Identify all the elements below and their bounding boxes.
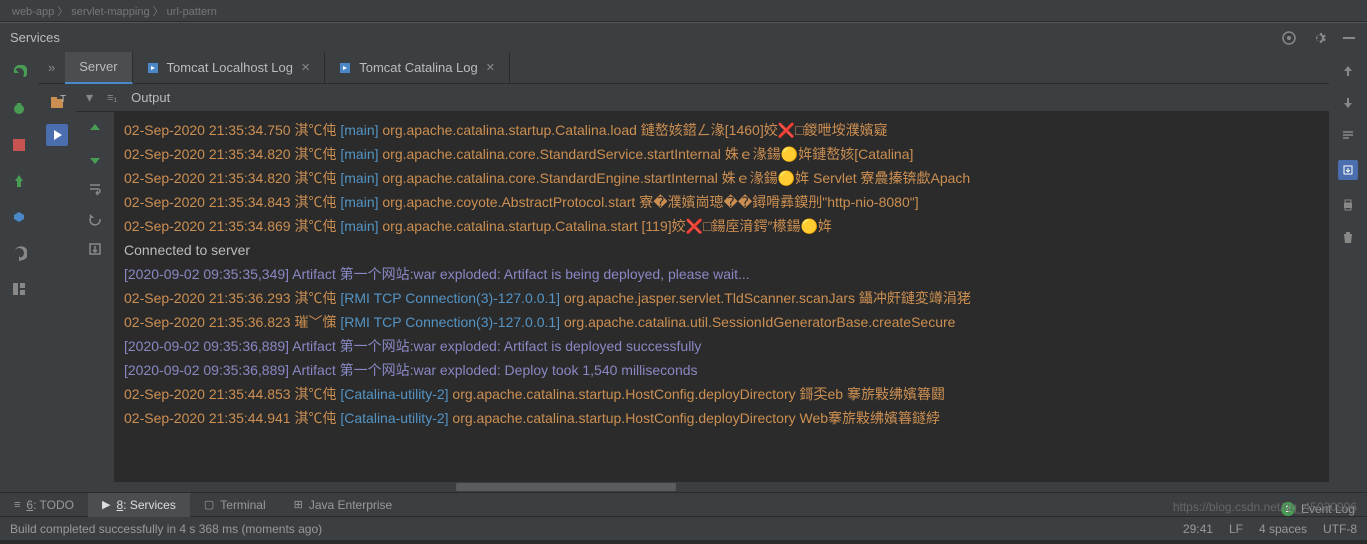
tab-localhost-log[interactable]: Tomcat Localhost Log ✕ [133,52,326,84]
cursor-position: 29:41 [1183,522,1213,536]
run-toolbar [0,52,38,492]
content-area: » Server Tomcat Localhost Log ✕ Tomcat Ca… [38,52,1329,492]
bottom-tab[interactable]: ≡6: TODO [0,493,88,517]
output-label: Output [131,90,170,105]
output-header: ▾ ≡₁ Output [76,84,1329,112]
console-output[interactable]: 02-Sep-2020 21:35:34.750 淇℃伅 [main] org.… [114,112,1329,482]
stop-icon[interactable] [10,136,28,154]
indent-setting[interactable]: 4 spaces [1259,522,1307,536]
soft-wrap-icon[interactable] [1341,128,1355,142]
trash-icon[interactable] [1341,230,1355,244]
breadcrumb: web-app 〉 servlet-mapping 〉 url-pattern [0,0,1367,22]
chevron-down-icon[interactable]: ▾ [86,89,93,106]
tab-catalina-log[interactable]: Tomcat Catalina Log ✕ [325,52,510,84]
target-icon[interactable] [1281,30,1297,46]
tab-overflow-icon[interactable]: » [38,60,65,75]
main-area: » Server Tomcat Localhost Log ✕ Tomcat Ca… [0,52,1367,492]
bottom-tab[interactable]: ▶8: Services [88,493,190,517]
tabs-row: » Server Tomcat Localhost Log ✕ Tomcat Ca… [38,52,1329,84]
status-message: Build completed successfully in 4 s 368 … [10,522,322,536]
minimize-icon[interactable] [1341,30,1357,46]
horizontal-scrollbar[interactable] [76,482,1329,492]
doc-icon [339,62,351,74]
up-icon[interactable] [88,122,102,136]
output-area: ▾ ≡₁ Output 02-Sep-2020 21:35:34.750 淇℃伅… [76,84,1329,492]
right-toolbar [1329,52,1367,492]
tab-server[interactable]: Server [65,52,132,84]
scroll-end-icon[interactable] [1338,160,1358,180]
artifact-icon[interactable] [10,208,28,226]
reload-icon[interactable] [10,244,28,262]
tree-node-root[interactable]: T [46,92,68,114]
tree-column: T [38,84,76,492]
close-icon[interactable]: ✕ [301,61,310,74]
tab-label: Server [79,59,117,74]
down-icon[interactable] [88,152,102,166]
bottom-tab[interactable]: ⊞Java Enterprise [280,493,407,517]
bottom-tab[interactable]: ▢Terminal [190,493,280,517]
status-bar: Build completed successfully in 4 s 368 … [0,516,1367,540]
console-toolbar [76,112,114,482]
bottom-tabs: ≡6: TODO▶8: Services▢Terminal⊞Java Enter… [0,492,1367,516]
export-icon[interactable] [88,242,102,256]
print-icon[interactable] [1341,198,1355,212]
wrap-icon[interactable] [88,182,102,196]
gear-icon[interactable] [1311,30,1327,46]
close-icon[interactable]: ✕ [486,61,495,74]
scrollbar-thumb[interactable] [456,483,676,491]
tree-node-run[interactable] [46,124,68,146]
tab-label: Tomcat Localhost Log [167,60,293,75]
rerun-icon[interactable] [10,64,28,82]
deploy-icon[interactable] [10,172,28,190]
tab-label: Tomcat Catalina Log [359,60,478,75]
encoding[interactable]: UTF-8 [1323,522,1357,536]
panel-title: Services [10,30,60,45]
line-separator[interactable]: LF [1229,522,1243,536]
run-bug-icon[interactable] [10,100,28,118]
doc-icon [147,62,159,74]
arrow-down-icon[interactable] [1341,96,1355,110]
layout-icon[interactable] [10,280,28,298]
arrow-up-icon[interactable] [1341,64,1355,78]
filter-icon[interactable]: ≡₁ [107,92,117,104]
watermark: https://blog.csdn.net/qq_45930996 [1173,500,1357,514]
services-panel-header: Services [0,22,1367,52]
refresh-icon[interactable] [88,212,102,226]
